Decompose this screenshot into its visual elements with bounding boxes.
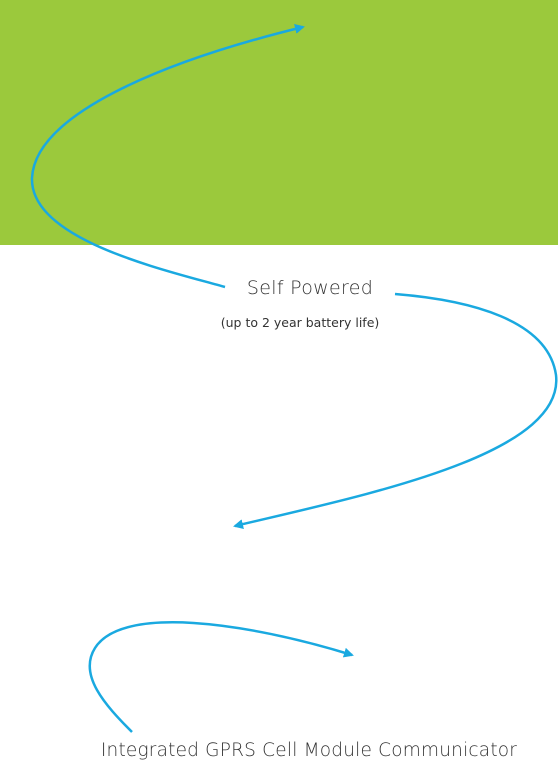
curved-arrows xyxy=(30,24,558,733)
battery-life-label: (up to 2 year battery life) xyxy=(220,315,380,330)
self-powered-label: Self Powered xyxy=(246,277,374,299)
diagram-page: Self Powered (up to 2 year battery life)… xyxy=(0,0,558,768)
arrow-top-curve xyxy=(30,24,305,289)
arrow-bottom-curve xyxy=(88,621,354,733)
gprs-module-label: Integrated GPRS Cell Module Communicator xyxy=(100,740,518,761)
